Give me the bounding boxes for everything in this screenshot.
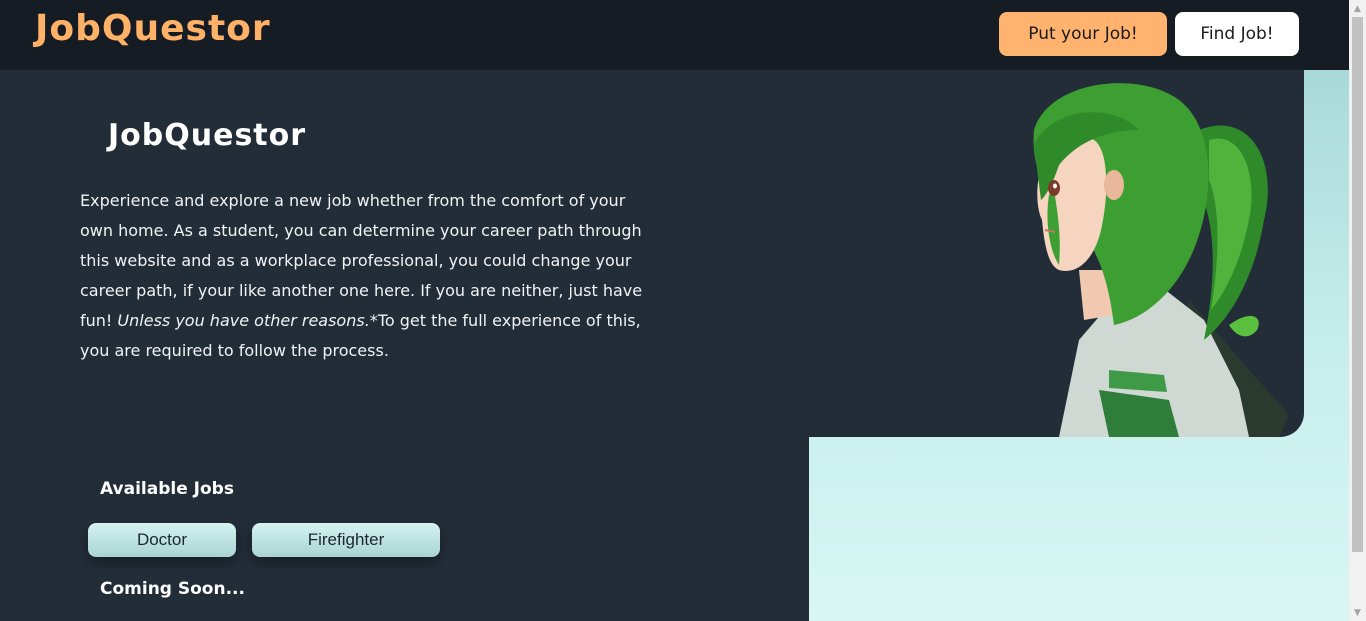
put-your-job-button[interactable]: Put your Job!	[999, 12, 1167, 56]
job-doctor-button[interactable]: Doctor	[88, 523, 236, 557]
intro-paragraph: Experience and explore a new job whether…	[80, 186, 660, 366]
scrollbar-thumb[interactable]	[1352, 17, 1363, 552]
page-scrollbar[interactable]: ▲ ▼	[1349, 0, 1366, 621]
page-title: JobQuestor	[108, 118, 307, 153]
intro-italic-text: Unless you have other reasons.	[117, 311, 370, 330]
coming-soon-heading: Coming Soon...	[100, 579, 245, 599]
top-navbar: JobQuestor Put your Job! Find Job!	[0, 0, 1349, 70]
scroll-down-icon[interactable]: ▼	[1349, 604, 1366, 621]
brand-logo[interactable]: JobQuestor	[35, 8, 271, 49]
job-firefighter-button[interactable]: Firefighter	[252, 523, 440, 557]
available-jobs-heading: Available Jobs	[100, 479, 234, 499]
hero-illustration	[809, 70, 1304, 437]
scroll-up-icon[interactable]: ▲	[1349, 0, 1366, 17]
find-job-button[interactable]: Find Job!	[1175, 12, 1299, 56]
intro-text: Experience and explore a new job whether…	[80, 191, 643, 330]
